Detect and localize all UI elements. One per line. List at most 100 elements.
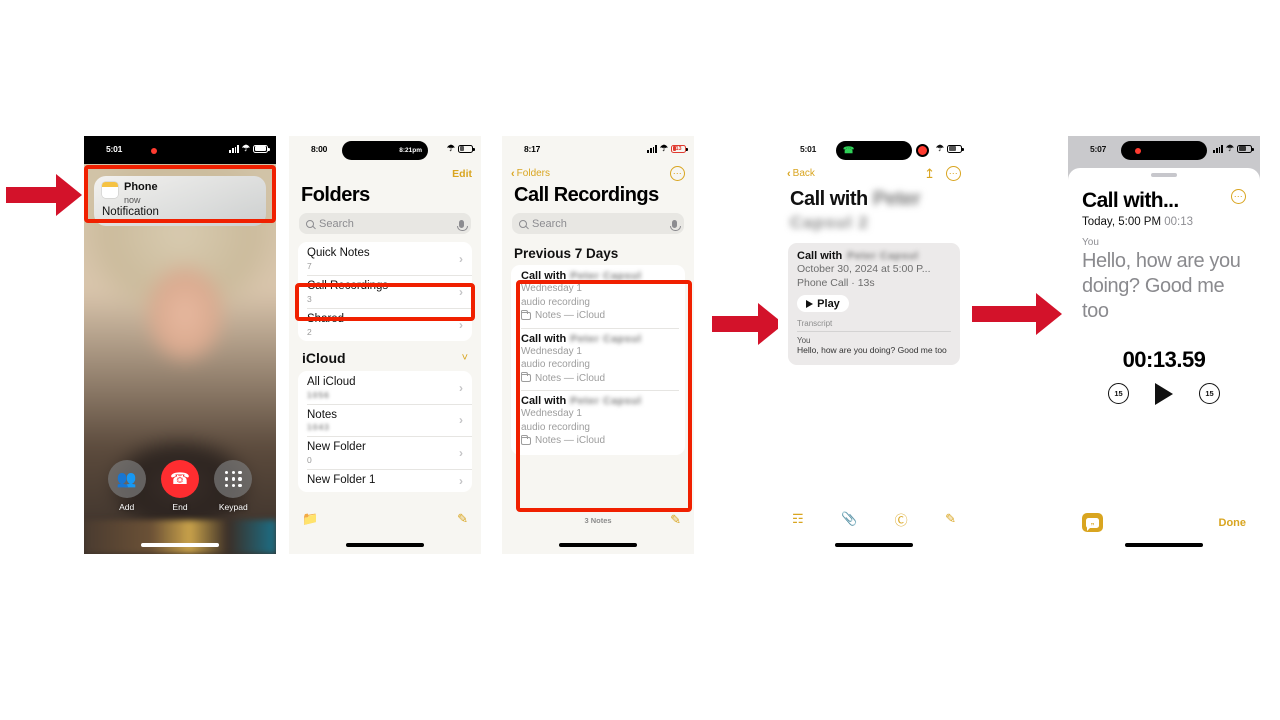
- sidebar-item-new-folder[interactable]: New Folder 0 ›: [298, 436, 472, 469]
- sidebar-item-quick-notes[interactable]: Quick Notes 7 ›: [298, 242, 472, 275]
- play-button[interactable]: Play: [797, 295, 849, 313]
- playback-sheet: Call with... ⋯ Today, 5:00 PM 00:13 You …: [1068, 168, 1260, 554]
- chevron-left-icon: ‹: [787, 167, 791, 180]
- status-bar: 8:17 ☂ 13: [502, 136, 694, 164]
- search-input[interactable]: Search: [299, 213, 471, 234]
- search-input[interactable]: Search: [512, 213, 684, 234]
- back-button[interactable]: ‹ Folders: [511, 168, 550, 180]
- new-folder-icon[interactable]: 📁: [302, 511, 318, 527]
- sidebar-item-shared[interactable]: Shared 2 ›: [298, 307, 472, 341]
- transcript-speaker: You: [1082, 237, 1099, 248]
- sidebar-item-notes[interactable]: Notes 1043 ›: [298, 403, 472, 437]
- status-indicators: ☂: [1213, 143, 1254, 153]
- search-placeholder: Search: [319, 217, 354, 230]
- cellular-signal-icon: [229, 145, 239, 153]
- recording-date: Wednesday 1: [521, 345, 582, 357]
- add-call-button[interactable]: 👥 Add: [107, 460, 146, 512]
- done-button[interactable]: Done: [1219, 517, 1247, 529]
- phone-notification-banner[interactable]: Phone now Notification: [94, 176, 266, 226]
- attachment-datetime: October 30, 2024 at 5:00 P...: [797, 263, 931, 275]
- wifi-icon: ☂: [1225, 143, 1234, 153]
- markup-icon[interactable]: Ⓒ: [895, 510, 908, 529]
- attachment-icon[interactable]: 📎: [841, 511, 857, 527]
- folder-name: All iCloud: [307, 375, 356, 388]
- transcript-text: Hello, how are you doing? Good me too: [797, 345, 947, 356]
- microphone-icon[interactable]: [670, 219, 681, 231]
- phone-screen-call-recordings: 8:17 ☂ 13 ‹ Folders ⋯ Call Recordings Se…: [502, 136, 694, 554]
- folder-count: 2: [307, 326, 312, 337]
- keypad-label: Keypad: [218, 502, 248, 512]
- wifi-icon: ☂: [241, 143, 250, 153]
- phone-screen-transcript-playback: 5:07 ☂ Call with... ⋯ Today, 5:00 PM 00:…: [1068, 136, 1260, 554]
- home-indicator: [141, 543, 219, 547]
- attachment-title-prefix: Call with: [797, 250, 843, 262]
- playback-timer: 00:13.59: [1122, 346, 1206, 372]
- transcript-toggle-icon[interactable]: „: [1082, 513, 1103, 532]
- recordings-footer: 3 Notes ✎: [502, 510, 694, 530]
- folder-name: Notes: [307, 408, 338, 421]
- folder-count: 1043: [307, 422, 330, 433]
- section-header-previous-7-days: Previous 7 Days: [514, 246, 619, 261]
- recordings-list: Call with Peter Capsul Wednesday 1 audio…: [511, 265, 685, 455]
- skip-forward-15-icon[interactable]: 15: [1199, 383, 1220, 405]
- recording-title-prefix: Call with: [521, 270, 567, 282]
- compose-icon[interactable]: ✎: [457, 511, 468, 527]
- status-bar: 8:00 8:21pm ☂: [289, 136, 481, 164]
- home-indicator: [835, 543, 913, 547]
- recording-type: audio recording: [521, 296, 590, 308]
- list-item[interactable]: Call with Peter Capsul Wednesday 1 audio…: [511, 390, 685, 453]
- add-call-icon: 👥: [107, 460, 146, 498]
- end-call-button[interactable]: ☎ End: [160, 460, 199, 512]
- play-icon[interactable]: [1155, 382, 1173, 405]
- nav-bar: Edit: [289, 164, 481, 181]
- island-timer-label: 8:21pm: [399, 147, 422, 154]
- phone-screen-note-detail: 5:01 ☎ ☂ ‹ Back ↥ ⋯ Call with Peter Caps…: [778, 136, 970, 554]
- wifi-icon: ☂: [935, 143, 944, 153]
- checklist-icon[interactable]: ☶: [792, 511, 804, 527]
- cellular-signal-icon: [647, 145, 657, 153]
- dynamic-island[interactable]: 8:21pm: [342, 141, 428, 160]
- compose-icon[interactable]: ✎: [670, 512, 681, 528]
- note-subtitle: Capsul 2: [790, 213, 869, 232]
- more-options-icon[interactable]: ⋯: [670, 166, 685, 181]
- sidebar-item-new-folder-1[interactable]: New Folder 1 ›: [298, 469, 472, 492]
- list-item[interactable]: Call with Peter Capsul Wednesday 1 audio…: [511, 327, 685, 391]
- chevron-right-icon: ›: [459, 380, 463, 395]
- notification-app-name: Phone: [124, 181, 158, 193]
- edit-button[interactable]: Edit: [452, 168, 472, 180]
- recording-folder-row: Notes — iCloud: [520, 372, 675, 386]
- back-button[interactable]: ‹ Back: [787, 168, 815, 180]
- section-title: iCloud: [302, 349, 346, 366]
- recording-contact-name: Peter Capsul: [570, 395, 642, 407]
- compose-icon[interactable]: ✎: [945, 511, 956, 527]
- more-options-icon[interactable]: ⋯: [1231, 189, 1246, 204]
- page-title: Call with...: [1082, 189, 1179, 212]
- more-options-icon[interactable]: ⋯: [946, 166, 961, 181]
- recording-type: audio recording: [521, 359, 590, 370]
- skip-back-15-icon[interactable]: 15: [1108, 383, 1129, 405]
- dynamic-island-call[interactable]: ☎: [836, 141, 912, 160]
- folder-count: 0: [307, 455, 312, 466]
- section-header-icloud[interactable]: iCloud ˅: [289, 341, 481, 371]
- call-attachment-card[interactable]: Call with Peter Capsul October 30, 2024 …: [788, 243, 960, 366]
- share-icon[interactable]: ↥: [924, 166, 935, 182]
- status-time: 8:17: [524, 144, 541, 154]
- keypad-button[interactable]: Keypad: [214, 460, 253, 512]
- sidebar-item-call-recordings[interactable]: Call Recordings 3 ›: [298, 274, 472, 308]
- recording-folder: Notes — iCloud: [535, 372, 606, 384]
- battery-icon: [458, 144, 475, 153]
- quote-bubble-icon: „: [1086, 517, 1099, 531]
- microphone-icon[interactable]: [457, 219, 468, 231]
- folder-icon: [520, 372, 531, 383]
- end-call-icon: ☎: [160, 460, 199, 498]
- notes-count: 3 Notes: [584, 515, 612, 525]
- sidebar-item-all-icloud[interactable]: All iCloud 1056 ›: [298, 371, 472, 404]
- list-item[interactable]: Call with Peter Capsul Wednesday 1 audio…: [511, 265, 685, 328]
- chevron-down-icon[interactable]: ˅: [462, 352, 468, 364]
- page-title: Folders: [301, 184, 370, 206]
- phone-screen-in-call: 5:01 ☂ 50 Phone now Notification 👥 Add ☎…: [84, 136, 276, 554]
- recording-indicator-icon: [151, 147, 157, 154]
- notification-time: now: [124, 194, 141, 205]
- attachment-contact-name: Peter Capsul: [847, 250, 919, 262]
- battery-level: 13: [675, 145, 682, 152]
